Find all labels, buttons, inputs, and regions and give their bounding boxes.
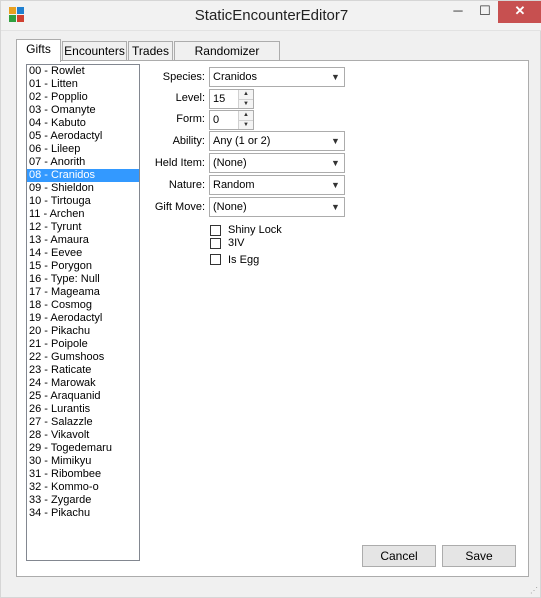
ability-value: Any (1 or 2) bbox=[213, 135, 271, 147]
tab-encounters[interactable]: Encounters bbox=[62, 41, 127, 60]
list-item[interactable]: 06 - Lileep bbox=[27, 143, 139, 156]
list-item[interactable]: 05 - Aerodactyl bbox=[27, 130, 139, 143]
tab-trades[interactable]: Trades bbox=[128, 41, 173, 60]
list-item[interactable]: 16 - Type: Null bbox=[27, 273, 139, 286]
list-item[interactable]: 19 - Aerodactyl bbox=[27, 312, 139, 325]
list-item[interactable]: 03 - Omanyte bbox=[27, 104, 139, 117]
list-item[interactable]: 23 - Raticate bbox=[27, 364, 139, 377]
chevron-down-icon: ▼ bbox=[331, 158, 340, 168]
held-item-dropdown[interactable]: (None) ▼ bbox=[209, 153, 345, 173]
list-item[interactable]: 28 - Vikavolt bbox=[27, 429, 139, 442]
nature-dropdown[interactable]: Random ▼ bbox=[209, 175, 345, 195]
list-item[interactable]: 07 - Anorith bbox=[27, 156, 139, 169]
list-item[interactable]: 04 - Kabuto bbox=[27, 117, 139, 130]
nature-label: Nature: bbox=[168, 179, 205, 191]
list-item[interactable]: 00 - Rowlet bbox=[27, 65, 139, 78]
list-item[interactable]: 11 - Archen bbox=[27, 208, 139, 221]
close-button[interactable]: ✕ bbox=[498, 1, 541, 23]
list-item[interactable]: 13 - Amaura bbox=[27, 234, 139, 247]
minimize-button[interactable]: ─ bbox=[444, 1, 472, 23]
list-item[interactable]: 21 - Poipole bbox=[27, 338, 139, 351]
gift-move-dropdown[interactable]: (None) ▼ bbox=[209, 197, 345, 217]
chevron-down-icon: ▼ bbox=[331, 180, 340, 190]
list-item[interactable]: 02 - Popplio bbox=[27, 91, 139, 104]
3iv-label[interactable]: 3IV bbox=[228, 237, 245, 249]
list-item[interactable]: 24 - Marowak bbox=[27, 377, 139, 390]
list-item[interactable]: 32 - Kommo-o bbox=[27, 481, 139, 494]
list-item[interactable]: 22 - Gumshoos bbox=[27, 351, 139, 364]
save-button[interactable]: Save bbox=[442, 545, 516, 567]
is-egg-checkbox[interactable] bbox=[210, 254, 221, 265]
list-item[interactable]: 17 - Mageama bbox=[27, 286, 139, 299]
species-label: Species: bbox=[162, 71, 205, 83]
list-item[interactable]: 31 - Ribombee bbox=[27, 468, 139, 481]
cancel-button[interactable]: Cancel bbox=[362, 545, 436, 567]
maximize-button[interactable]: ☐ bbox=[472, 1, 498, 23]
chevron-down-icon: ▼ bbox=[331, 202, 340, 212]
gifts-panel: 00 - Rowlet 01 - Litten 02 - Popplio 03 - O… bbox=[16, 60, 529, 577]
spin-up-icon[interactable]: ▲ bbox=[239, 90, 253, 99]
level-stepper[interactable]: 15 ▲ ▼ bbox=[209, 89, 254, 109]
list-item[interactable]: 27 - Salazzle bbox=[27, 416, 139, 429]
spin-up-icon[interactable]: ▲ bbox=[239, 111, 253, 120]
shiny-lock-label[interactable]: Shiny Lock bbox=[228, 224, 282, 236]
form-stepper[interactable]: 0 ▲ ▼ bbox=[209, 110, 254, 130]
list-item[interactable]: 01 - Litten bbox=[27, 78, 139, 91]
level-value: 15 bbox=[213, 93, 226, 105]
list-item[interactable]: 14 - Eevee bbox=[27, 247, 139, 260]
title-bar: StaticEncounterEditor7 ─ ☐ ✕ bbox=[1, 1, 541, 31]
held-item-label: Held Item: bbox=[154, 157, 205, 169]
list-item[interactable]: 20 - Pikachu bbox=[27, 325, 139, 338]
ability-dropdown[interactable]: Any (1 or 2) ▼ bbox=[209, 131, 345, 151]
list-item[interactable]: 08 - Cranidos bbox=[27, 169, 139, 182]
list-item[interactable]: 26 - Lurantis bbox=[27, 403, 139, 416]
tab-randomizer-options[interactable]: Randomizer Options bbox=[174, 41, 280, 76]
is-egg-label[interactable]: Is Egg bbox=[228, 254, 259, 266]
resize-grip-icon[interactable]: ⋰ bbox=[530, 586, 538, 595]
held-item-value: (None) bbox=[213, 157, 247, 169]
list-item[interactable]: 29 - Togedemaru bbox=[27, 442, 139, 455]
list-item[interactable]: 18 - Cosmog bbox=[27, 299, 139, 312]
ability-label: Ability: bbox=[172, 135, 205, 147]
chevron-down-icon: ▼ bbox=[331, 72, 340, 82]
form-label: Form: bbox=[176, 113, 205, 125]
list-item[interactable]: 33 - Zygarde bbox=[27, 494, 139, 507]
gift-move-label: Gift Move: bbox=[154, 201, 205, 213]
3iv-checkbox[interactable] bbox=[210, 238, 221, 249]
encounter-listbox[interactable]: 00 - Rowlet 01 - Litten 02 - Popplio 03 - O… bbox=[26, 64, 140, 561]
tab-gifts[interactable]: Gifts bbox=[16, 39, 61, 62]
list-item[interactable]: 12 - Tyrunt bbox=[27, 221, 139, 234]
list-item[interactable]: 10 - Tirtouga bbox=[27, 195, 139, 208]
nature-value: Random bbox=[213, 179, 255, 191]
list-item[interactable]: 25 - Araquanid bbox=[27, 390, 139, 403]
spin-down-icon[interactable]: ▼ bbox=[239, 99, 253, 108]
list-item[interactable]: 34 - Pikachu bbox=[27, 507, 139, 520]
gift-move-value: (None) bbox=[213, 201, 247, 213]
form-spin-buttons[interactable]: ▲ ▼ bbox=[238, 111, 253, 129]
species-dropdown[interactable]: Cranidos ▼ bbox=[209, 67, 345, 87]
form-value: 0 bbox=[213, 114, 220, 126]
shiny-lock-checkbox[interactable] bbox=[210, 225, 221, 236]
species-value: Cranidos bbox=[213, 71, 258, 83]
level-label: Level: bbox=[175, 92, 205, 104]
list-item[interactable]: 30 - Mimikyu bbox=[27, 455, 139, 468]
spin-down-icon[interactable]: ▼ bbox=[239, 120, 253, 129]
level-spin-buttons[interactable]: ▲ ▼ bbox=[238, 90, 253, 108]
chevron-down-icon: ▼ bbox=[331, 136, 340, 146]
list-item[interactable]: 09 - Shieldon bbox=[27, 182, 139, 195]
main-window: StaticEncounterEditor7 ─ ☐ ✕ Gifts Encou… bbox=[0, 0, 541, 598]
list-item[interactable]: 15 - Porygon bbox=[27, 260, 139, 273]
